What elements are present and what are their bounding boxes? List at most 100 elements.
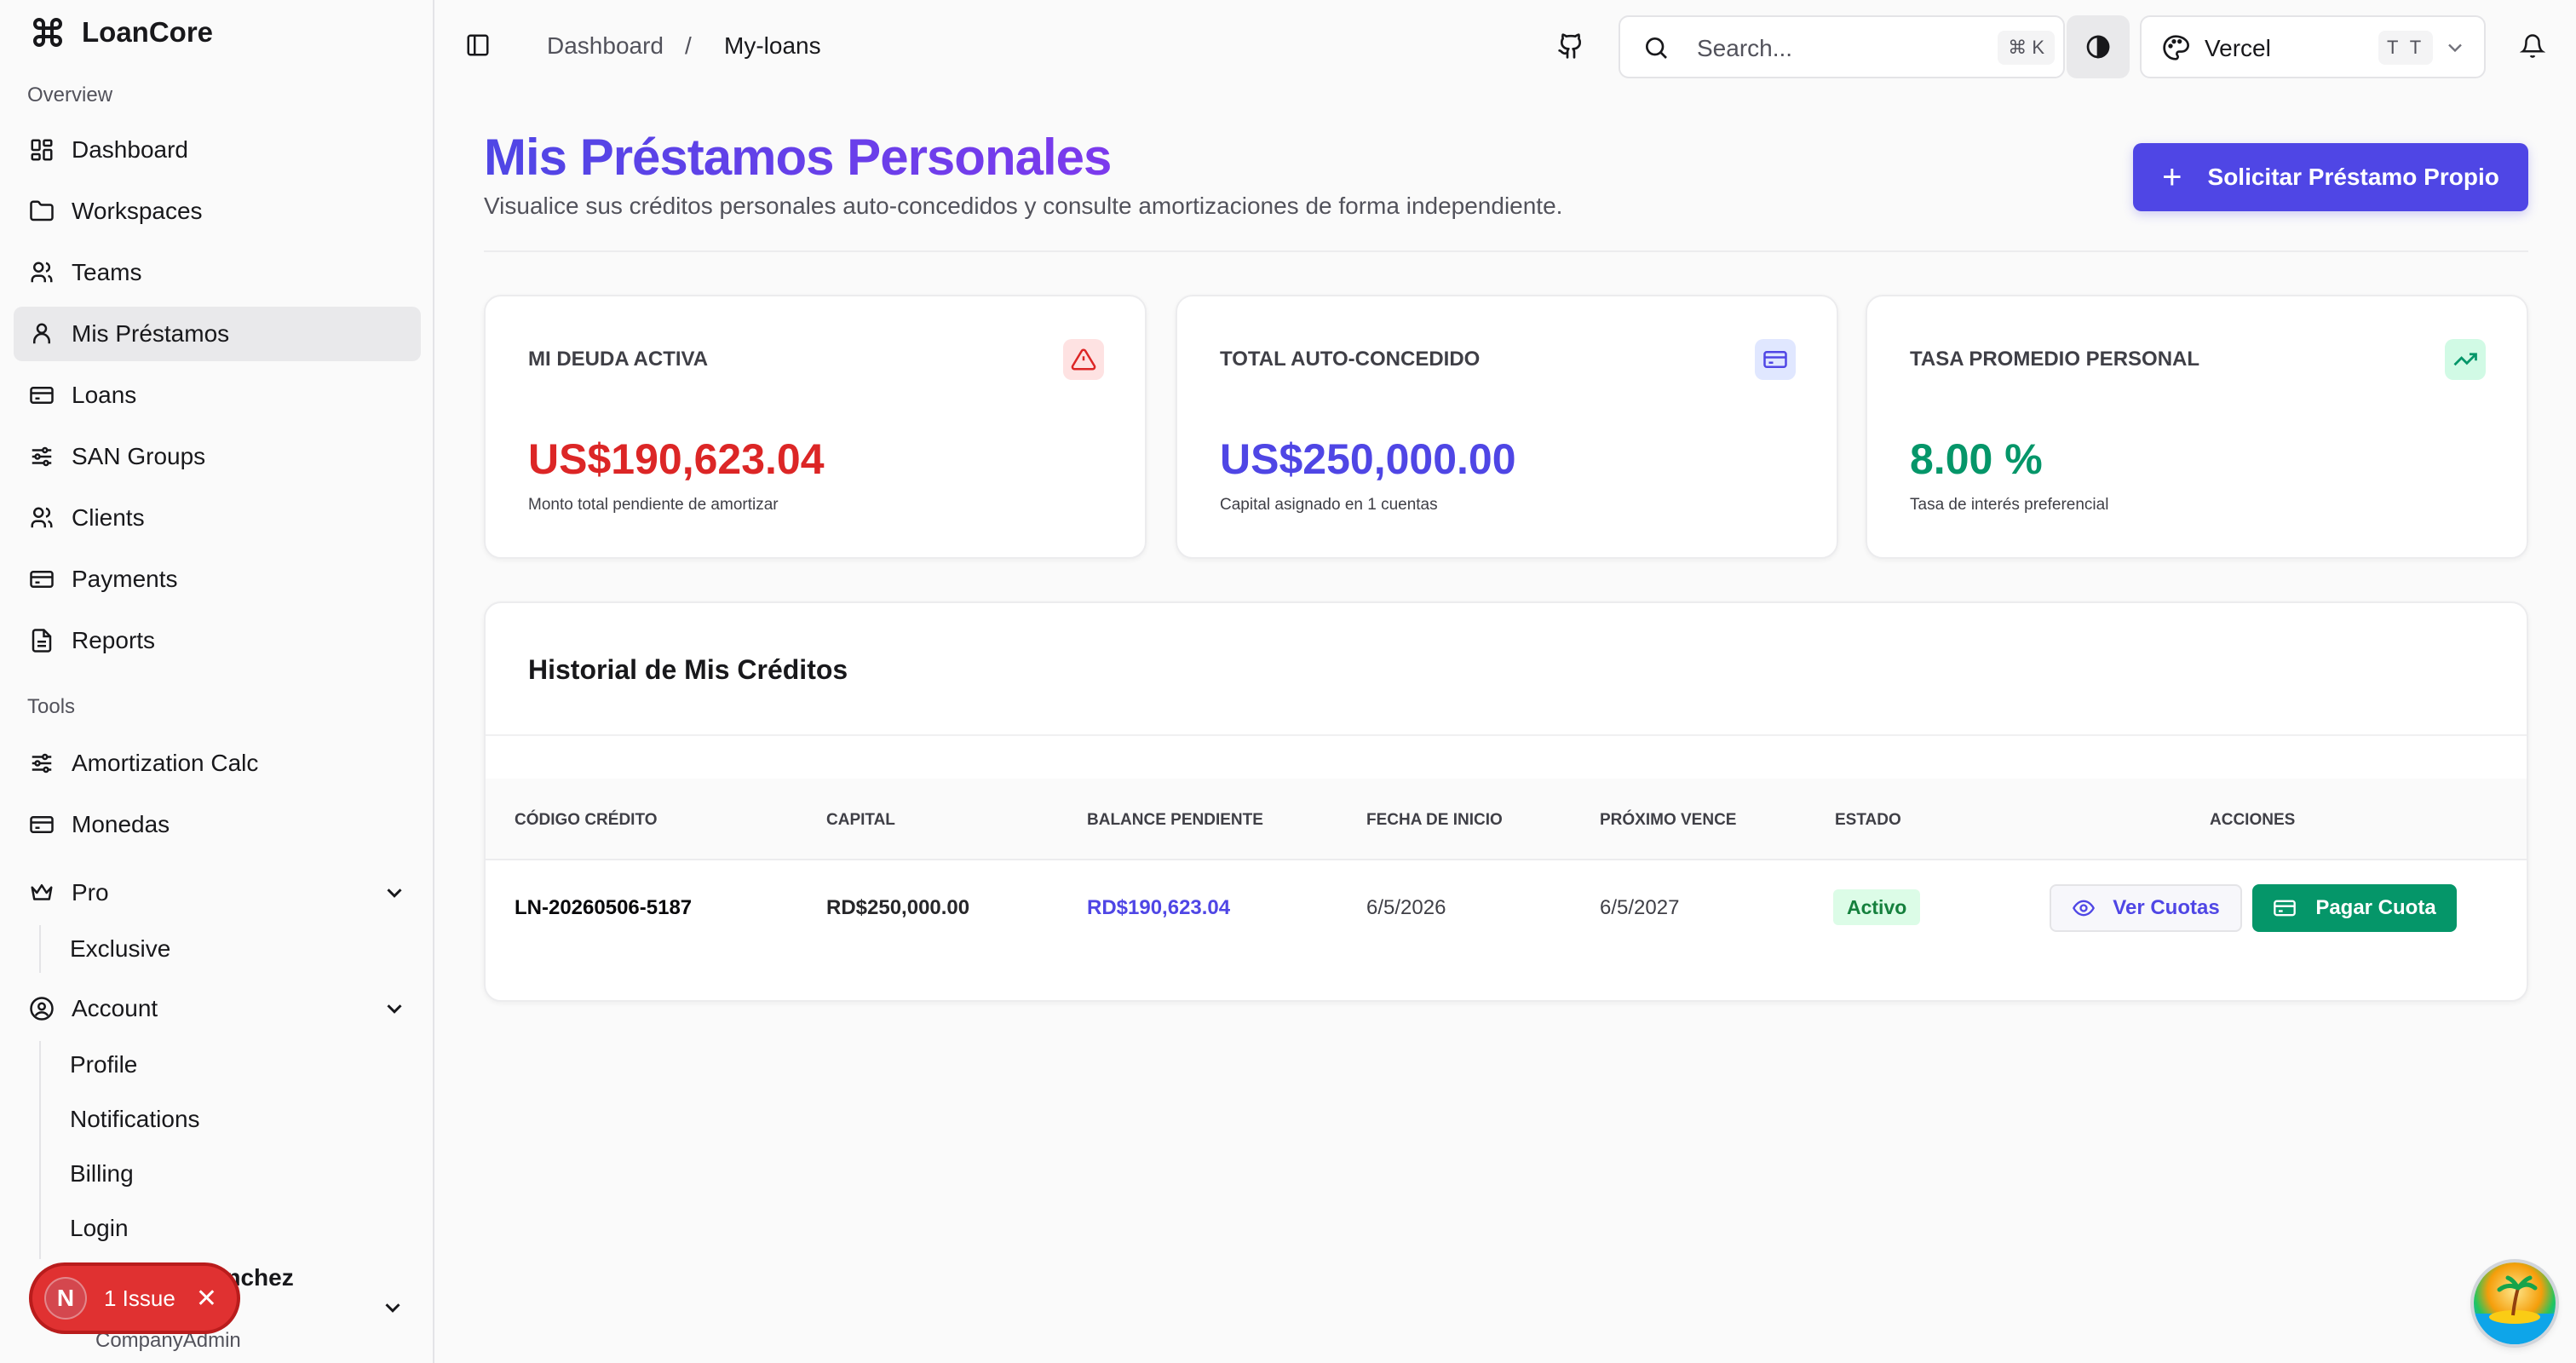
request-loan-label: Solicitar Préstamo Propio [2207,164,2499,190]
close-icon[interactable]: ✕ [196,1284,217,1314]
credit-card-icon [30,387,54,404]
page-subtitle: Visualice sus créditos personales auto-c… [484,193,1563,219]
file-icon [32,629,52,653]
brand[interactable]: LoanCore [31,15,213,49]
breadcrumb-current: My-loans [724,32,821,59]
column-header: ESTADO [1835,811,1901,829]
sidebar-item-label: Teams [72,259,142,285]
page-title: Mis Préstamos Personales [484,129,1112,186]
credit-card-icon [30,816,54,833]
credit-history-card: Historial de Mis Créditos CÓDIGO CRÉDITO… [484,601,2528,1002]
search-shortcut: ⌘ K [1998,31,2055,65]
chevron-down-icon [387,889,402,898]
sidebar-item-reports[interactable]: Reports [14,613,421,668]
stat-card-title: TASA PROMEDIO PERSONAL [1910,348,2200,371]
user-role: CompanyAdmin [95,1329,241,1352]
sidebar-item-loans[interactable]: Loans [14,368,421,423]
sidebar-item-payments[interactable]: Payments [14,552,421,607]
stat-card-value: 8.00 % [1910,435,2043,483]
stat-card-note: Capital asignado en 1 cuentas [1220,496,1438,514]
sidebar-item-label: Clients [72,504,145,531]
sidebar-subitem-profile[interactable]: Profile [55,1041,412,1089]
sidebar-item-label: Account [72,995,158,1021]
sidebar-toggle-icon[interactable] [465,32,491,58]
plus-icon: + [2162,158,2182,196]
pay-installment-label: Pagar Cuota [2315,896,2436,919]
sidebar-item-workspaces[interactable]: Workspaces [14,184,421,239]
column-header: BALANCE PENDIENTE [1087,811,1263,829]
sidebar-item-clients[interactable]: Clients [14,491,421,545]
sidebar-item-label: Workspaces [72,198,203,224]
sidebar-item-account[interactable]: Account [14,981,421,1036]
github-icon[interactable] [1557,32,1584,60]
bell-icon[interactable] [2520,32,2545,60]
pay-installment-button[interactable]: Pagar Cuota [2252,884,2457,932]
header-divider [484,250,2528,252]
stat-card-title: TOTAL AUTO-CONCEDIDO [1220,348,1481,371]
folder-icon [30,200,54,221]
sidebar-item-dashboard[interactable]: Dashboard [14,123,421,177]
issues-toast[interactable]: N 1 Issue ✕ [32,1266,237,1331]
sidebar-item-label: Loans [72,382,137,408]
column-header: CAPITAL [826,811,895,829]
stat-card-value: US$190,623.04 [528,435,825,483]
sidebar-subitem-notifications[interactable]: Notifications [55,1096,412,1143]
sidebar-item-san-groups[interactable]: SAN Groups [14,429,421,484]
search-icon [1646,37,1667,59]
user-circle-icon [30,997,54,1021]
sidebar-item-monedas[interactable]: Monedas [14,797,421,852]
island-icon [2474,1275,2556,1344]
table-divider [486,734,2527,736]
sidebar-item-label: Monedas [72,811,170,837]
breadcrumb-dashboard[interactable]: Dashboard [547,32,664,60]
stat-card-note: Monto total pendiente de amortizar [528,496,779,514]
app-name: LoanCore [82,16,214,48]
search-placeholder: Search... [1697,35,1793,61]
credit-card-icon [30,571,54,588]
sidebar-item-label: Pro [72,879,109,906]
table-header: CÓDIGO CRÉDITO CAPITAL BALANCE PENDIENTE… [486,779,2527,860]
stat-card-note: Tasa de interés preferencial [1910,496,2109,514]
view-installments-button[interactable]: Ver Cuotas [2050,884,2242,932]
dashboard-icon [31,139,53,161]
group-label-tools: Tools [27,695,76,718]
column-header: FECHA DE INICIO [1366,811,1503,829]
cell-balance: RD$190,623.04 [1087,896,1231,919]
issue-count[interactable]: 1 Issue [104,1285,175,1312]
next-logo-icon: N [44,1277,87,1320]
table-title: Historial de Mis Créditos [528,654,848,685]
top-bar: Dashboard / My-loans Search... ⌘ K Verce… [436,0,2576,95]
crown-icon [31,884,53,900]
sliders-icon [32,446,52,467]
stat-card-value: US$250,000.00 [1220,435,1516,483]
sidebar-item-label: Dashboard [72,136,188,163]
submenu-rail [39,925,41,973]
stat-card-average-rate: TASA PROMEDIO PERSONAL 8.00 % Tasa de in… [1866,295,2528,559]
workspace-switcher[interactable]: Vercel T T [2140,15,2486,78]
group-label-overview: Overview [27,83,113,106]
chevrons-up-down-icon[interactable] [380,1295,405,1320]
request-loan-button[interactable]: + Solicitar Préstamo Propio [2133,143,2528,211]
sliders-icon [32,753,52,774]
sidebar-item-amortization-calc[interactable]: Amortization Calc [14,736,421,791]
sidebar-subitem-login[interactable]: Login [55,1205,412,1252]
contrast-icon [2086,35,2110,59]
cell-start-date: 6/5/2026 [1366,896,1446,919]
sidebar-item-label: Reports [72,627,156,653]
workspace-name: Vercel [2205,35,2271,61]
palette-icon [2163,35,2189,60]
search-input[interactable]: Search... ⌘ K [1619,15,2065,78]
sidebar-item-teams[interactable]: Teams [14,245,421,300]
stat-card-total-granted: TOTAL AUTO-CONCEDIDO US$250,000.00 Capit… [1176,295,1838,559]
theme-toggle-button[interactable] [2067,15,2130,78]
sidebar-item-mis-prestamos[interactable]: Mis Préstamos [14,307,421,361]
status-badge: Activo [1833,889,1921,925]
assistant-avatar[interactable] [2474,1262,2556,1344]
stat-card-title: MI DEUDA ACTIVA [528,348,709,371]
sidebar-subitem-exclusive[interactable]: Exclusive [55,925,412,973]
sidebar-item-pro[interactable]: Pro [14,866,421,920]
sidebar-subitem-billing[interactable]: Billing [55,1150,412,1198]
command-logo-icon [33,18,62,47]
sidebar-item-label: Payments [72,566,178,592]
sidebar-item-label: Mis Préstamos [72,320,230,347]
